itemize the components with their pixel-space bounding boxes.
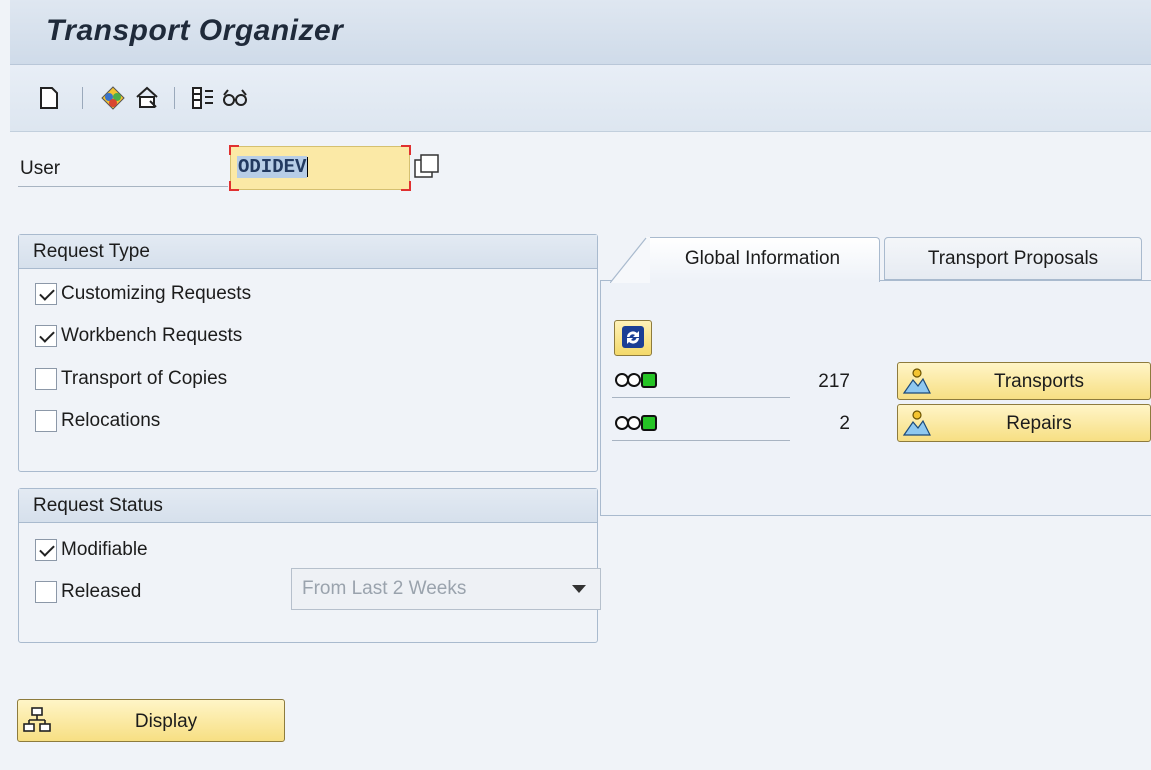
workbench-requests-checkbox[interactable]: Workbench Requests <box>35 325 242 347</box>
checkbox-label: Released <box>61 581 142 602</box>
application-toolbar <box>10 65 1151 132</box>
request-type-title: Request Type <box>19 235 597 269</box>
display-button[interactable]: Display <box>17 699 285 742</box>
toolbar-separator <box>82 87 83 109</box>
hierarchy-icon <box>23 707 51 732</box>
checkbox-unchecked[interactable] <box>35 581 57 603</box>
user-objects-icon <box>902 410 931 436</box>
checkbox-label: Workbench Requests <box>61 325 243 346</box>
button-label: Display <box>134 711 198 732</box>
tools-icon[interactable] <box>190 85 216 111</box>
traffic-light-icon <box>615 415 657 431</box>
checkbox-checked[interactable] <box>35 325 57 347</box>
toolbar-separator <box>174 87 175 109</box>
multiple-selection-icon[interactable] <box>412 152 442 182</box>
checkbox-checked[interactable] <box>35 283 57 305</box>
checkbox-label: Customizing Requests <box>61 283 252 304</box>
repairs-count: 2 <box>839 413 850 434</box>
request-status-group: Request Status Modifiable Released From … <box>18 488 601 643</box>
tab-slant-edge <box>610 237 650 283</box>
title-bar: Transport Organizer <box>10 0 1151 65</box>
request-type-group: Request Type Customizing Requests Workbe… <box>18 234 598 472</box>
customizing-requests-checkbox[interactable]: Customizing Requests <box>35 283 251 305</box>
user-input[interactable]: ODIDEV <box>229 145 411 191</box>
object-list-icon[interactable] <box>100 85 126 111</box>
refresh-button[interactable] <box>614 320 652 356</box>
checkbox-label: Modifiable <box>61 539 148 560</box>
checkbox-unchecked[interactable] <box>35 368 57 390</box>
button-label: Transports <box>993 371 1085 392</box>
focus-corner <box>401 145 411 155</box>
button-label: Repairs <box>1006 413 1072 434</box>
repairs-button[interactable]: Repairs <box>897 404 1151 442</box>
released-period-dropdown[interactable]: From Last 2 Weeks <box>291 568 601 610</box>
user-objects-icon <box>902 368 931 394</box>
focus-corner <box>229 181 239 191</box>
page-title: Transport Organizer <box>46 14 344 47</box>
tab-transport-proposals[interactable]: Transport Proposals <box>884 237 1142 280</box>
chevron-down-icon[interactable] <box>572 585 586 593</box>
checkbox-label: Transport of Copies <box>61 368 228 389</box>
focus-corner <box>401 181 411 191</box>
transport-route-icon[interactable] <box>134 85 160 111</box>
transports-button[interactable]: Transports <box>897 362 1151 400</box>
released-checkbox[interactable]: Released <box>35 581 141 603</box>
tab-global-information[interactable]: Global Information <box>610 237 880 283</box>
row-underline <box>612 440 790 441</box>
checkbox-checked[interactable] <box>35 539 57 561</box>
text-cursor <box>307 156 309 177</box>
user-label: User <box>20 158 61 179</box>
relocations-checkbox[interactable]: Relocations <box>35 410 160 432</box>
modifiable-checkbox[interactable]: Modifiable <box>35 539 148 561</box>
row-underline <box>612 397 790 398</box>
focus-corner <box>229 145 239 155</box>
checkbox-label: Relocations <box>61 410 161 431</box>
transport-of-copies-checkbox[interactable]: Transport of Copies <box>35 368 227 390</box>
user-input-value: ODIDEV <box>237 156 308 178</box>
refresh-icon <box>622 326 644 348</box>
user-label-underline <box>18 186 228 187</box>
request-status-title: Request Status <box>19 489 597 523</box>
checkbox-unchecked[interactable] <box>35 410 57 432</box>
new-document-icon[interactable] <box>36 85 62 111</box>
glasses-icon[interactable] <box>222 85 248 111</box>
tab-label: Transport Proposals <box>927 248 1099 269</box>
tab-label: Global Information <box>684 248 841 269</box>
traffic-light-icon <box>615 372 657 388</box>
dropdown-value: From Last 2 Weeks <box>302 578 467 599</box>
transports-count: 217 <box>818 371 850 392</box>
